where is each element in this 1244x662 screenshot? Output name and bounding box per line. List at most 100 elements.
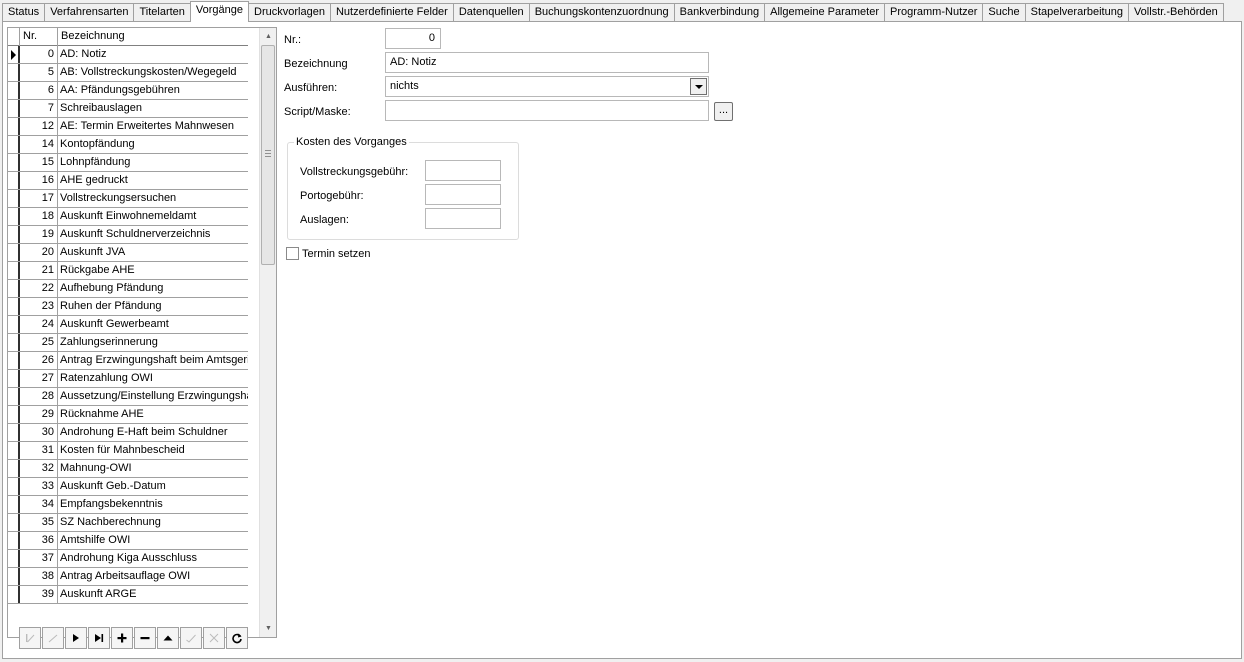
cell-nr[interactable]: 7	[20, 100, 58, 117]
table-row[interactable]: 37 Androhung Kiga Ausschluss	[8, 550, 248, 568]
table-row[interactable]: 18 Auskunft Einwohnemeldamt	[8, 208, 248, 226]
table-row[interactable]: 32 Mahnung-OWI	[8, 460, 248, 478]
table-row[interactable]: 29 Rücknahme AHE	[8, 406, 248, 424]
cell-nr[interactable]: 12	[20, 118, 58, 135]
cell-nr[interactable]: 19	[20, 226, 58, 243]
scroll-down-icon[interactable]: ▼	[260, 620, 276, 637]
table-row[interactable]: 33 Auskunft Geb.-Datum	[8, 478, 248, 496]
cell-nr[interactable]: 29	[20, 406, 58, 423]
table-row[interactable]: 30 Androhung E-Haft beim Schuldner	[8, 424, 248, 442]
cell-nr[interactable]: 17	[20, 190, 58, 207]
cell-bezeichnung[interactable]: AHE gedruckt	[58, 172, 248, 189]
cell-nr[interactable]: 16	[20, 172, 58, 189]
cell-bezeichnung[interactable]: Auskunft JVA	[58, 244, 248, 261]
cell-nr[interactable]: 22	[20, 280, 58, 297]
cell-nr[interactable]: 33	[20, 478, 58, 495]
cell-bezeichnung[interactable]: Rückgabe AHE	[58, 262, 248, 279]
cell-bezeichnung[interactable]: SZ Nachberechnung	[58, 514, 248, 531]
cell-bezeichnung[interactable]: AA: Pfändungsgebühren	[58, 82, 248, 99]
table-row[interactable]: 0 AD: Notiz	[8, 46, 248, 64]
cell-bezeichnung[interactable]: Aussetzung/Einstellung Erzwingungshaft	[58, 388, 248, 405]
tab-allgemeine-parameter[interactable]: Allgemeine Parameter	[764, 3, 884, 22]
nr-field[interactable]: 0	[385, 28, 441, 49]
table-row[interactable]: 26 Antrag Erzwingungshaft beim Amtsgerich…	[8, 352, 248, 370]
table-row[interactable]: 34 Empfangsbekenntnis	[8, 496, 248, 514]
tab-nutzerdefinierte-felder[interactable]: Nutzerdefinierte Felder	[329, 3, 453, 22]
cell-bezeichnung[interactable]: Aufhebung Pfändung	[58, 280, 248, 297]
cell-bezeichnung[interactable]: Rücknahme AHE	[58, 406, 248, 423]
cell-nr[interactable]: 28	[20, 388, 58, 405]
cell-nr[interactable]: 36	[20, 532, 58, 549]
cell-bezeichnung[interactable]: Kontopfändung	[58, 136, 248, 153]
chevron-down-icon[interactable]	[690, 78, 707, 95]
cell-bezeichnung[interactable]: Empfangsbekenntnis	[58, 496, 248, 513]
tab-datenquellen[interactable]: Datenquellen	[452, 3, 529, 22]
tab-programm-nutzer[interactable]: Programm-Nutzer	[884, 3, 983, 22]
cell-bezeichnung[interactable]: Ratenzahlung OWI	[58, 370, 248, 387]
tab-vorgänge[interactable]: Vorgänge	[189, 1, 250, 22]
nav-cancel-button[interactable]	[203, 627, 225, 649]
table-row[interactable]: 39 Auskunft ARGE	[8, 586, 248, 604]
cell-nr[interactable]: 26	[20, 352, 58, 369]
table-row[interactable]: 24 Auskunft Gewerbeamt	[8, 316, 248, 334]
cell-bezeichnung[interactable]: Kosten für Mahnbescheid	[58, 442, 248, 459]
tab-suche[interactable]: Suche	[982, 3, 1025, 22]
cell-bezeichnung[interactable]: AD: Notiz	[58, 46, 248, 63]
nav-last-button[interactable]	[88, 627, 110, 649]
tab-buchungskontenzuordnung[interactable]: Buchungskontenzuordnung	[528, 3, 674, 22]
cell-bezeichnung[interactable]: Androhung E-Haft beim Schuldner	[58, 424, 248, 441]
table-row[interactable]: 20 Auskunft JVA	[8, 244, 248, 262]
cell-nr[interactable]: 39	[20, 586, 58, 603]
cell-bezeichnung[interactable]: Vollstreckungsersuchen	[58, 190, 248, 207]
checkbox-box[interactable]	[286, 247, 299, 260]
nav-next-button[interactable]	[65, 627, 87, 649]
cell-nr[interactable]: 20	[20, 244, 58, 261]
column-header-bezeichnung[interactable]: Bezeichnung	[58, 28, 248, 46]
ausfuehren-select[interactable]: nichts	[385, 76, 709, 97]
cell-bezeichnung[interactable]: Auskunft Schuldnerverzeichnis	[58, 226, 248, 243]
cell-nr[interactable]: 32	[20, 460, 58, 477]
portogebuehr-field[interactable]	[425, 184, 501, 205]
tab-bankverbindung[interactable]: Bankverbindung	[673, 3, 765, 22]
tab-vollstr-behörden[interactable]: Vollstr.-Behörden	[1127, 3, 1224, 22]
table-row[interactable]: 17 Vollstreckungsersuchen	[8, 190, 248, 208]
cell-nr[interactable]: 25	[20, 334, 58, 351]
table-row[interactable]: 25 Zahlungserinnerung	[8, 334, 248, 352]
nav-refresh-button[interactable]	[226, 627, 248, 649]
cell-bezeichnung[interactable]: AE: Termin Erweitertes Mahnwesen	[58, 118, 248, 135]
cell-nr[interactable]: 21	[20, 262, 58, 279]
cell-bezeichnung[interactable]: Auskunft ARGE	[58, 586, 248, 603]
table-row[interactable]: 6 AA: Pfändungsgebühren	[8, 82, 248, 100]
nav-edit-button[interactable]	[157, 627, 179, 649]
table-row[interactable]: 21 Rückgabe AHE	[8, 262, 248, 280]
cell-bezeichnung[interactable]: Amtshilfe OWI	[58, 532, 248, 549]
grid-vertical-scrollbar[interactable]: ▲ ▼	[259, 28, 276, 637]
table-row[interactable]: 12 AE: Termin Erweitertes Mahnwesen	[8, 118, 248, 136]
cell-bezeichnung[interactable]: AB: Vollstreckungskosten/Wegegeld	[58, 64, 248, 81]
table-row[interactable]: 31 Kosten für Mahnbescheid	[8, 442, 248, 460]
cell-nr[interactable]: 35	[20, 514, 58, 531]
cell-nr[interactable]: 27	[20, 370, 58, 387]
nav-prior-button[interactable]	[42, 627, 64, 649]
table-row[interactable]: 5 AB: Vollstreckungskosten/Wegegeld	[8, 64, 248, 82]
bezeichnung-field[interactable]: AD: Notiz	[385, 52, 709, 73]
table-row[interactable]: 38 Antrag Arbeitsauflage OWI	[8, 568, 248, 586]
cell-nr[interactable]: 15	[20, 154, 58, 171]
vollstreckungsgebuehr-field[interactable]	[425, 160, 501, 181]
script-maske-field[interactable]	[385, 100, 709, 121]
cell-bezeichnung[interactable]: Androhung Kiga Ausschluss	[58, 550, 248, 567]
tab-stapelverarbeitung[interactable]: Stapelverarbeitung	[1024, 3, 1128, 22]
vorgaenge-grid[interactable]: Nr. Bezeichnung 0 AD: Notiz 5 AB: Vollstrec…	[7, 27, 277, 638]
cell-nr[interactable]: 34	[20, 496, 58, 513]
table-row[interactable]: 23 Ruhen der Pfändung	[8, 298, 248, 316]
table-row[interactable]: 28 Aussetzung/Einstellung Erzwingungshaft	[8, 388, 248, 406]
cell-nr[interactable]: 23	[20, 298, 58, 315]
cell-nr[interactable]: 14	[20, 136, 58, 153]
column-header-nr[interactable]: Nr.	[20, 28, 58, 46]
cell-nr[interactable]: 24	[20, 316, 58, 333]
tab-status[interactable]: Status	[2, 3, 45, 22]
cell-bezeichnung[interactable]: Schreibauslagen	[58, 100, 248, 117]
termin-setzen-checkbox[interactable]: Termin setzen	[286, 247, 370, 260]
scroll-up-icon[interactable]: ▲	[260, 28, 276, 45]
cell-nr[interactable]: 0	[20, 46, 58, 63]
